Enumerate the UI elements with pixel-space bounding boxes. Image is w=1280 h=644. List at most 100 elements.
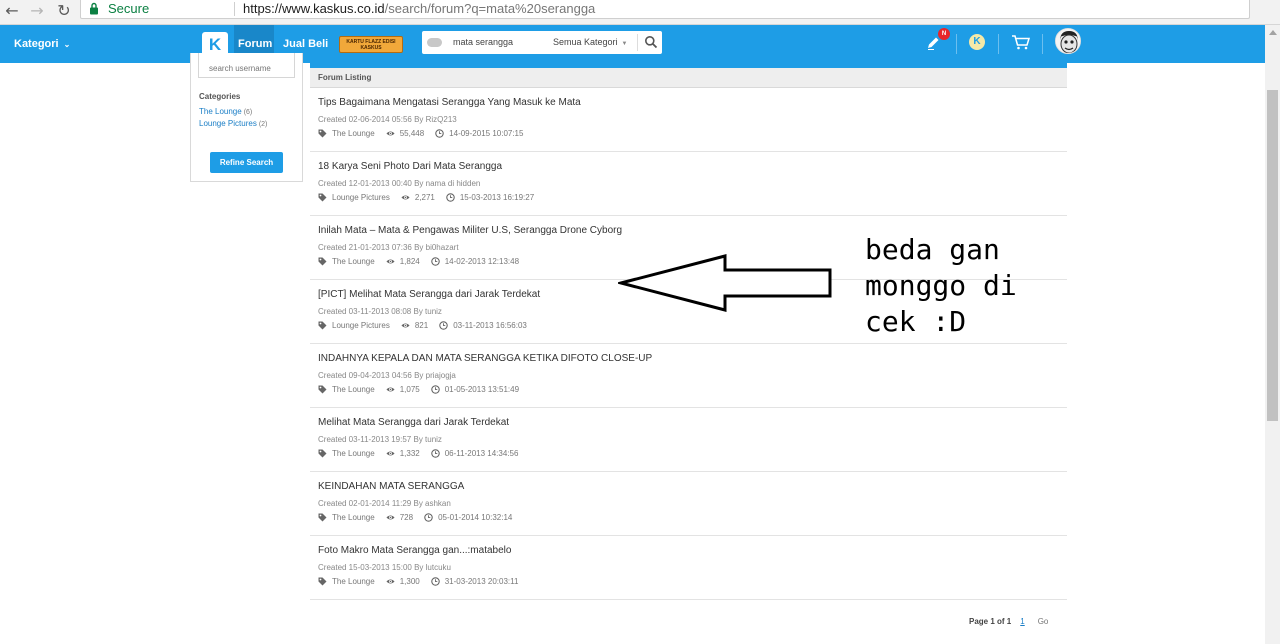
thread-row[interactable]: Tips Bagaimana Mengatasi Serangga Yang M…: [310, 88, 1067, 152]
search-box[interactable]: mata serangga Semua Kategori ▼: [422, 31, 662, 54]
clock-icon: [435, 129, 444, 138]
thread-row[interactable]: KEINDAHAN MATA SERANGGA Created 02-01-201…: [310, 472, 1067, 536]
tag-icon: [318, 257, 327, 266]
thread-last-post: 31-03-2013 20:03:11: [444, 577, 519, 586]
clock-icon: [424, 513, 433, 522]
promo-badge[interactable]: KARTU FLAZZ EDISI KASKUS: [339, 36, 403, 53]
avatar[interactable]: [1055, 28, 1081, 54]
thread-category-link[interactable]: The Lounge: [332, 513, 375, 522]
avatar-face-icon: [1056, 29, 1080, 53]
thread-created: Created 21-01-2013 07:36 By bi0hazart: [318, 243, 459, 252]
thread-category-link[interactable]: The Lounge: [332, 449, 375, 458]
eye-icon: [401, 323, 410, 328]
thread-category-link[interactable]: The Lounge: [332, 129, 375, 138]
kaskus-k-small-icon: K: [973, 36, 981, 47]
notification-badge[interactable]: N: [938, 28, 950, 40]
category-link-the-lounge[interactable]: The Lounge (6): [199, 107, 252, 116]
thread-category-link[interactable]: Lounge Pictures: [332, 321, 390, 330]
reload-icon[interactable]: ↻: [54, 1, 74, 21]
annotation-arrow-icon: [618, 254, 832, 312]
thread-views: 2,271: [414, 193, 435, 202]
thread-title-link[interactable]: Foto Makro Mata Serangga gan...:matabelo: [318, 545, 511, 556]
pagination: Page 1 of 1 1 Go: [969, 617, 1048, 626]
scroll-up-arrow-icon[interactable]: [1269, 30, 1277, 35]
eye-icon: [401, 195, 410, 200]
thread-category-link[interactable]: Lounge Pictures: [332, 193, 390, 202]
eye-icon: [386, 515, 395, 520]
tag-icon: [318, 449, 327, 458]
thread-title-link[interactable]: Tips Bagaimana Mengatasi Serangga Yang M…: [318, 97, 581, 108]
thread-views: 1,332: [399, 449, 420, 458]
clock-icon: [430, 257, 440, 266]
url-text[interactable]: https://www.kaskus.co.id/search/forum?q=…: [243, 1, 595, 16]
thread-title-link[interactable]: 18 Karya Seni Photo Dari Mata Serangga: [318, 161, 502, 172]
kaskus-chip-icon[interactable]: K: [969, 34, 985, 50]
search-divider: [637, 34, 638, 51]
thread-category-link[interactable]: The Lounge: [332, 257, 375, 266]
tag-icon: [318, 193, 327, 202]
thread-created: Created 03-11-2013 19:57 By tuniz: [318, 435, 442, 444]
kategori-label: Kategori: [14, 38, 59, 50]
clock-icon: [439, 321, 448, 330]
thread-meta: The Lounge 1,824 14-02-2013 12:13:48: [318, 257, 519, 266]
thread-title-link[interactable]: INDAHNYA KEPALA DAN MATA SERANGGA KETIKA…: [318, 353, 652, 364]
tag-icon: [318, 385, 327, 394]
thread-meta: The Lounge 728 05-01-2014 10:32:14: [318, 513, 512, 522]
filter-panel: Categories The Lounge(6) Lounge Pictures…: [190, 53, 303, 182]
eye-icon: [386, 451, 395, 456]
eye-icon: [386, 387, 395, 392]
browser-toolbar: ← → ↻ Secure https://www.kaskus.co.id/se…: [0, 0, 1280, 25]
search-icon[interactable]: [644, 35, 658, 49]
thread-row[interactable]: Melihat Mata Serangga dari Jarak Terdeka…: [310, 408, 1067, 472]
thread-title-link[interactable]: [PICT] Melihat Mata Serangga dari Jarak …: [318, 289, 540, 300]
thread-last-post: 03-11-2013 16:56:03: [453, 321, 527, 330]
thread-meta: The Lounge 1,075 01-05-2013 13:51:49: [318, 385, 519, 394]
page-label: Page 1 of 1: [969, 617, 1012, 626]
back-arrow-icon[interactable]: ←: [2, 1, 22, 21]
forward-arrow-icon[interactable]: →: [27, 1, 47, 21]
thread-created: Created 02-06-2014 05:56 By RizQ213: [318, 115, 457, 124]
go-button[interactable]: Go: [1038, 617, 1049, 626]
thread-title-link[interactable]: Melihat Mata Serangga dari Jarak Terdeka…: [318, 417, 509, 428]
thread-meta: Lounge Pictures 821 03-11-2013 16:56:03: [318, 321, 527, 330]
clock-icon: [430, 449, 440, 458]
tag-icon: [318, 577, 327, 586]
thread-meta: The Lounge 55,448 14-09-2015 10:07:15: [318, 129, 523, 138]
search-toggle[interactable]: [427, 38, 442, 47]
page-scrollbar[interactable]: [1265, 25, 1280, 644]
search-input[interactable]: mata serangga: [453, 37, 513, 47]
clock-icon: [430, 385, 440, 394]
nav-forum-label: Forum: [238, 38, 273, 50]
search-category-select[interactable]: Semua Kategori ▼: [553, 37, 628, 47]
category-link-lounge-pictures[interactable]: Lounge Pictures (2): [199, 119, 267, 128]
thread-views: 1,075: [399, 385, 420, 394]
caret-down-icon: ▼: [621, 41, 628, 47]
thread-views: 55,448: [399, 129, 425, 138]
thread-row[interactable]: 18 Karya Seni Photo Dari Mata Serangga Cr…: [310, 152, 1067, 216]
thread-views: 728: [399, 513, 414, 522]
thread-last-post: 15-03-2013 16:19:27: [459, 193, 535, 202]
username-search-input[interactable]: [198, 53, 295, 78]
thread-title-link[interactable]: Inilah Mata – Mata & Pengawas Militer U.…: [318, 225, 622, 236]
thread-meta: The Lounge 1,332 06-11-2013 14:34:56: [318, 449, 518, 458]
header-divider: [998, 34, 999, 54]
page-link-1[interactable]: 1: [1020, 617, 1024, 626]
thread-views: 1,824: [399, 257, 420, 266]
kategori-menu[interactable]: Kategori ⌄: [14, 38, 70, 50]
listing-header: Forum Listing: [310, 68, 1067, 88]
nav-jual-beli[interactable]: Jual Beli: [283, 38, 328, 50]
thread-category-link[interactable]: The Lounge: [332, 385, 375, 394]
thread-row[interactable]: Foto Makro Mata Serangga gan...:matabelo…: [310, 536, 1067, 600]
thread-last-post: 14-09-2015 10:07:15: [449, 129, 524, 138]
refine-search-button[interactable]: Refine Search: [210, 152, 283, 173]
cart-icon[interactable]: [1011, 34, 1031, 50]
scrollbar-thumb[interactable]: [1267, 90, 1278, 421]
thread-last-post: 05-01-2014 10:32:14: [438, 513, 513, 522]
thread-title-link[interactable]: KEINDAHAN MATA SERANGGA: [318, 481, 464, 492]
thread-created: Created 15-03-2013 15:00 By lutcuku: [318, 563, 451, 572]
address-bar[interactable]: Secure https://www.kaskus.co.id/search/f…: [80, 0, 1250, 19]
listing-header-label: Forum Listing: [318, 73, 372, 82]
thread-row[interactable]: INDAHNYA KEPALA DAN MATA SERANGGA KETIKA…: [310, 344, 1067, 408]
thread-category-link[interactable]: The Lounge: [332, 577, 375, 586]
thread-last-post: 14-02-2013 12:13:48: [444, 257, 520, 266]
